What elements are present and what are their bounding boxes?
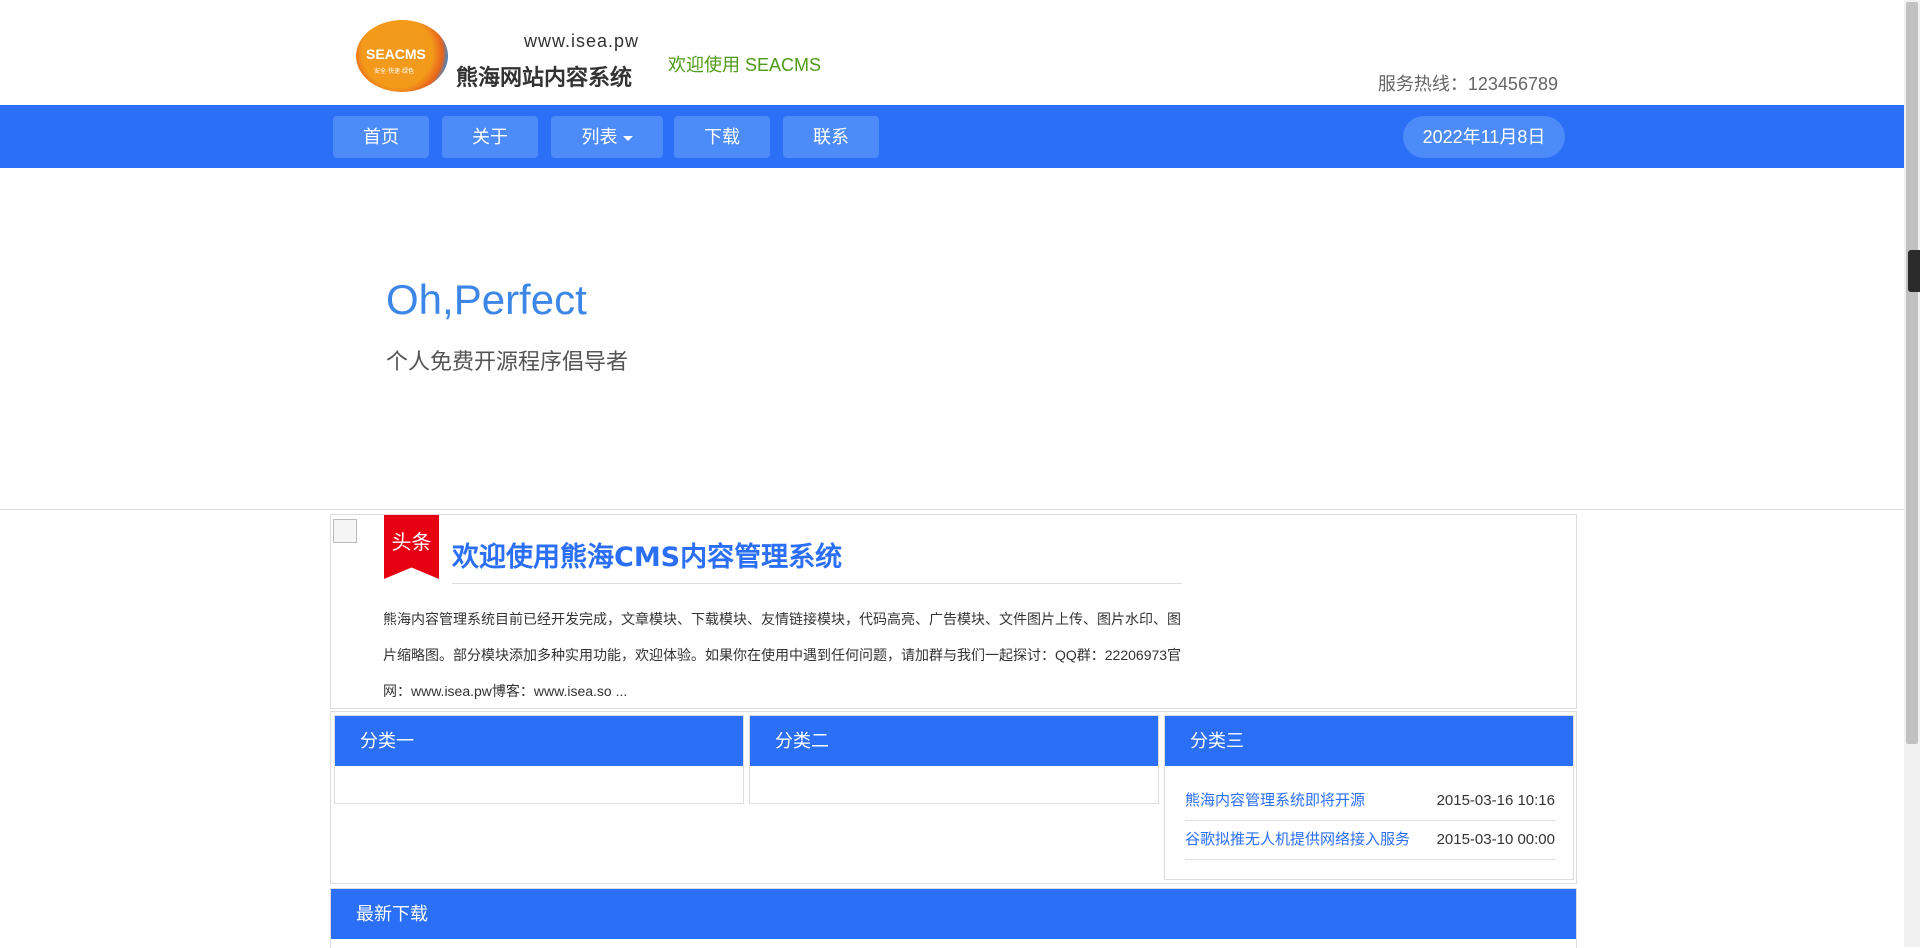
logo-brand-text: SEACMS — [366, 46, 426, 62]
hero-title: Oh,Perfect — [386, 276, 587, 323]
welcome-text: 欢迎使用 SEACMS — [668, 55, 822, 75]
nav-contact-button[interactable]: 联系 — [783, 116, 879, 158]
category-panel-2: 分类二 — [749, 715, 1159, 804]
headline-badge: 头条 — [384, 515, 439, 579]
site-logo[interactable]: SEACMS 安全·快速·绿色 www.isea.pw 熊海网站内容系统 — [356, 18, 666, 98]
hero-banner: Oh,Perfect 个人免费开源程序倡导者 — [0, 168, 1904, 510]
side-panel-handle[interactable] — [1908, 250, 1920, 292]
nav-home-label: 首页 — [363, 127, 399, 147]
nav-list-dropdown[interactable]: 列表 — [551, 116, 663, 158]
news-list-item: 熊海内容管理系统即将开源 2015-03-16 10:16 — [1185, 782, 1555, 821]
headline-title-link[interactable]: 欢迎使用熊海CMS内容管理系统 — [452, 535, 842, 574]
latest-downloads-section: 最新下载 — [330, 888, 1577, 948]
main-nav: 首页 关于 列表 下载 联系 2022年11月8日 — [0, 105, 1904, 168]
news-date: 2015-03-10 00:00 — [1436, 831, 1555, 848]
nav-about-label: 关于 — [472, 127, 508, 147]
logo-badge-icon: SEACMS 安全·快速·绿色 — [356, 20, 448, 92]
category-panel-1: 分类一 — [334, 715, 744, 804]
page-scrollbar[interactable] — [1904, 0, 1920, 947]
category-2-title[interactable]: 分类二 — [750, 716, 1158, 766]
latest-downloads-title[interactable]: 最新下载 — [331, 889, 1576, 939]
headline-summary: 熊海内容管理系统目前已经开发完成，文章模块、下载模块、友情链接模块，代码高亮、广… — [383, 611, 1182, 699]
nav-contact-label: 联系 — [813, 127, 849, 147]
nav-about-button[interactable]: 关于 — [442, 116, 538, 158]
current-date-badge: 2022年11月8日 — [1403, 116, 1565, 158]
headline-article: 头条 欢迎使用熊海CMS内容管理系统 熊海内容管理系统目前已经开发完成，文章模块… — [330, 514, 1577, 709]
nav-download-button[interactable]: 下载 — [674, 116, 770, 158]
broken-image-icon — [333, 519, 357, 543]
service-hotline: 服务热线：123456789 — [1377, 74, 1558, 94]
news-list-item: 谷歌拟推无人机提供网络接入服务 2015-03-10 00:00 — [1185, 821, 1555, 860]
category-3-title[interactable]: 分类三 — [1165, 716, 1573, 766]
category-panel-3: 分类三 熊海内容管理系统即将开源 2015-03-16 10:16 谷歌拟推无人… — [1164, 715, 1574, 880]
nav-download-label: 下载 — [704, 127, 740, 147]
news-title-link[interactable]: 熊海内容管理系统即将开源 — [1185, 792, 1365, 809]
category-1-title[interactable]: 分类一 — [335, 716, 743, 766]
news-date: 2015-03-16 10:16 — [1436, 792, 1555, 809]
logo-site-name: 熊海网站内容系统 — [456, 66, 633, 91]
caret-down-icon — [622, 135, 633, 141]
logo-slogan-text: 安全·快速·绿色 — [374, 69, 414, 75]
hero-subtitle: 个人免费开源程序倡导者 — [386, 349, 629, 374]
headline-divider — [452, 583, 1182, 584]
scrollbar-thumb[interactable] — [1906, 2, 1918, 744]
category-section: 分类一 分类二 分类三 熊海内容管理系统即将开源 2015-03-16 10:1… — [330, 711, 1577, 884]
nav-home-button[interactable]: 首页 — [333, 116, 429, 158]
site-header: SEACMS 安全·快速·绿色 www.isea.pw 熊海网站内容系统 欢迎使… — [0, 0, 1920, 105]
news-title-link[interactable]: 谷歌拟推无人机提供网络接入服务 — [1185, 831, 1410, 848]
logo-url: www.isea.pw — [524, 31, 640, 51]
nav-list-label: 列表 — [581, 127, 618, 147]
